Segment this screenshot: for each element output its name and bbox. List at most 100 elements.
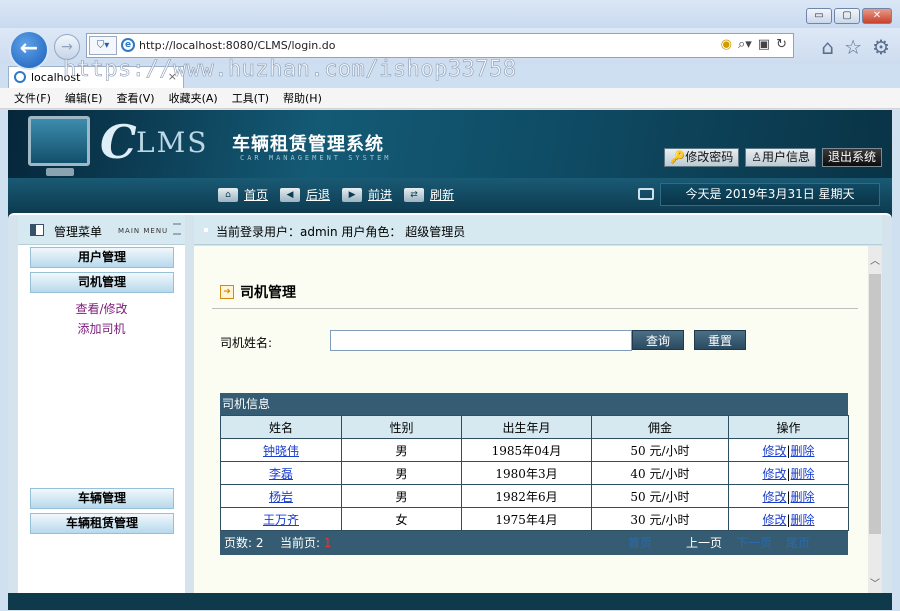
- menu-favorites[interactable]: 收藏夹(A): [169, 88, 218, 108]
- query-button[interactable]: 查询: [632, 330, 684, 350]
- menu-help[interactable]: 帮助(H): [283, 88, 322, 108]
- address-bar[interactable]: ⛉▾ e http://localhost:8080/CLMS/login.do…: [86, 33, 794, 58]
- login-info: 当前登录用户：admin 用户角色： 超级管理员: [216, 225, 466, 239]
- tab-label: localhost: [31, 71, 81, 84]
- delete-link[interactable]: 删除: [791, 513, 815, 527]
- browser-tab[interactable]: localhost ×: [8, 66, 184, 88]
- sidebar-subitem-view-edit[interactable]: 查看/修改: [18, 300, 185, 317]
- home-icon: ⌂: [218, 187, 238, 202]
- nav-home[interactable]: ⌂ 首页: [218, 186, 268, 203]
- birth-cell: 1975年4月: [461, 507, 592, 531]
- driver-name-input[interactable]: [330, 330, 632, 351]
- compat-view-icon[interactable]: ◉: [721, 37, 732, 52]
- favorites-star-icon[interactable]: ☆: [844, 35, 862, 59]
- minimize-button[interactable]: ▭: [806, 8, 832, 24]
- content-scrollbar[interactable]: ︿ ﹀: [868, 246, 882, 595]
- page-count: 页数: 2: [224, 536, 264, 550]
- change-password-button[interactable]: 🔑修改密码: [664, 148, 740, 167]
- driver-name-link[interactable]: 李磊: [269, 467, 293, 481]
- pagination-bar: 页数: 2 当前页: 1 首页 上一页 下一页 尾页: [220, 531, 848, 555]
- tab-close-icon[interactable]: ×: [168, 70, 177, 83]
- menu-tools[interactable]: 工具(T): [232, 88, 269, 108]
- user-info-button[interactable]: ♙用户信息: [745, 148, 816, 167]
- arrow-box-icon: ➜: [220, 285, 234, 299]
- driver-info-table: 姓名 性别 出生年月 佣金 操作 钟晓伟 男 1985年04月 50 元/小时: [220, 415, 849, 531]
- last-page-link[interactable]: 尾页: [786, 531, 810, 555]
- search-icon[interactable]: ⌕▾: [738, 37, 752, 52]
- logout-button[interactable]: 退出系统: [821, 148, 882, 167]
- commission-cell: 50 元/小时: [591, 484, 729, 508]
- delete-link[interactable]: 删除: [791, 490, 815, 504]
- web-page: C LMS 车辆租赁管理系统 CAR MANAGEMENT SYSTEM 🔑修改…: [8, 110, 892, 610]
- delete-link[interactable]: 删除: [791, 444, 815, 458]
- section-divider: [212, 308, 858, 309]
- menu-view[interactable]: 查看(V): [116, 88, 154, 108]
- nav-back[interactable]: ◀ 后退: [280, 186, 330, 203]
- picture-icon[interactable]: ▣: [758, 37, 770, 52]
- monitor-logo-icon: [28, 116, 90, 166]
- home-icon[interactable]: ⌂: [821, 35, 834, 59]
- gender-cell: 男: [341, 484, 462, 508]
- driver-name-link[interactable]: 杨岩: [269, 490, 293, 504]
- menu-file[interactable]: 文件(F): [14, 88, 51, 108]
- date-display: 今天是 2019年3月31日 星期天: [660, 183, 880, 206]
- edit-link[interactable]: 修改: [762, 490, 786, 504]
- commission-cell: 30 元/小时: [591, 507, 729, 531]
- body-frame: 管理菜单 MAIN MENU 用户管理 司机管理 查看/修改 添加司机 车辆管理…: [8, 213, 892, 595]
- scroll-down-icon[interactable]: ﹀: [868, 575, 882, 591]
- sidebar-item-driver-management[interactable]: 司机管理: [30, 272, 174, 293]
- sidebar-title-en: MAIN MENU: [118, 227, 169, 235]
- sidebar-collapse-icon[interactable]: [173, 223, 181, 235]
- sidebar-item-vehicle-management[interactable]: 车辆管理: [30, 488, 174, 509]
- edit-link[interactable]: 修改: [762, 444, 786, 458]
- sidebar-item-user-management[interactable]: 用户管理: [30, 247, 174, 268]
- arrow-left-icon: ◀: [280, 187, 301, 202]
- table-row: 杨岩 男 1982年6月 50 元/小时 修改|删除: [220, 484, 849, 508]
- table-row: 钟晓伟 男 1985年04月 50 元/小时 修改|删除: [220, 438, 849, 462]
- settings-gear-icon[interactable]: ⚙: [872, 35, 890, 59]
- maximize-button[interactable]: ▢: [834, 8, 860, 24]
- edit-link[interactable]: 修改: [762, 467, 786, 481]
- next-page-link[interactable]: 下一页: [736, 531, 772, 555]
- logo-c: C: [100, 115, 137, 169]
- close-window-button[interactable]: ✕: [862, 8, 892, 24]
- commission-cell: 40 元/小时: [591, 461, 729, 485]
- compat-shield-icon[interactable]: ⛉▾: [89, 36, 117, 55]
- gender-cell: 男: [341, 461, 462, 485]
- prev-page-link[interactable]: 上一页: [686, 531, 722, 555]
- edit-link[interactable]: 修改: [762, 513, 786, 527]
- section-title: ➜ 司机管理: [220, 282, 296, 302]
- url-text[interactable]: http://localhost:8080/CLMS/login.do: [139, 39, 335, 52]
- browser-back-button[interactable]: ←: [9, 30, 49, 70]
- system-subtitle: CAR MANAGEMENT SYSTEM: [240, 154, 392, 162]
- gender-cell: 女: [341, 507, 462, 531]
- scroll-up-icon[interactable]: ︿: [868, 252, 882, 268]
- menu-edit[interactable]: 编辑(E): [65, 88, 103, 108]
- screen-icon: [638, 188, 654, 200]
- commission-cell: 50 元/小时: [591, 438, 729, 462]
- scroll-thumb[interactable]: [869, 274, 881, 534]
- tab-ie-icon: [14, 71, 26, 83]
- col-header-commission: 佣金: [591, 415, 729, 439]
- driver-name-link[interactable]: 钟晓伟: [263, 444, 299, 458]
- delete-link[interactable]: 删除: [791, 467, 815, 481]
- reset-button[interactable]: 重置: [694, 330, 746, 350]
- arrow-right-icon: ▶: [342, 187, 363, 202]
- col-header-birth: 出生年月: [461, 415, 592, 439]
- browser-forward-button[interactable]: →: [54, 34, 80, 60]
- birth-cell: 1985年04月: [461, 438, 592, 462]
- driver-name-link[interactable]: 王万齐: [263, 513, 299, 527]
- sidebar-item-rental-management[interactable]: 车辆租赁管理: [30, 513, 174, 534]
- menu-grid-icon: [30, 224, 44, 236]
- driver-table: 司机信息 姓名 性别 出生年月 佣金 操作 钟晓伟 男 1985年04月 50 …: [220, 393, 849, 555]
- first-page-link[interactable]: 首页: [628, 531, 652, 555]
- nav-refresh[interactable]: ⇄ 刷新: [404, 186, 454, 203]
- table-caption: 司机信息: [220, 393, 848, 415]
- col-header-gender: 性别: [341, 415, 462, 439]
- table-row: 王万齐 女 1975年4月 30 元/小时 修改|删除: [220, 507, 849, 531]
- nav-strip: ⌂ 首页 ◀ 后退 ▶ 前进 ⇄ 刷新 今天是 2019年3月31日 星期天: [8, 178, 892, 212]
- refresh-icon[interactable]: ↻: [776, 37, 787, 52]
- site-header: C LMS 车辆租赁管理系统 CAR MANAGEMENT SYSTEM 🔑修改…: [8, 110, 892, 178]
- sidebar-subitem-add-driver[interactable]: 添加司机: [18, 320, 185, 337]
- nav-forward[interactable]: ▶ 前进: [342, 186, 392, 203]
